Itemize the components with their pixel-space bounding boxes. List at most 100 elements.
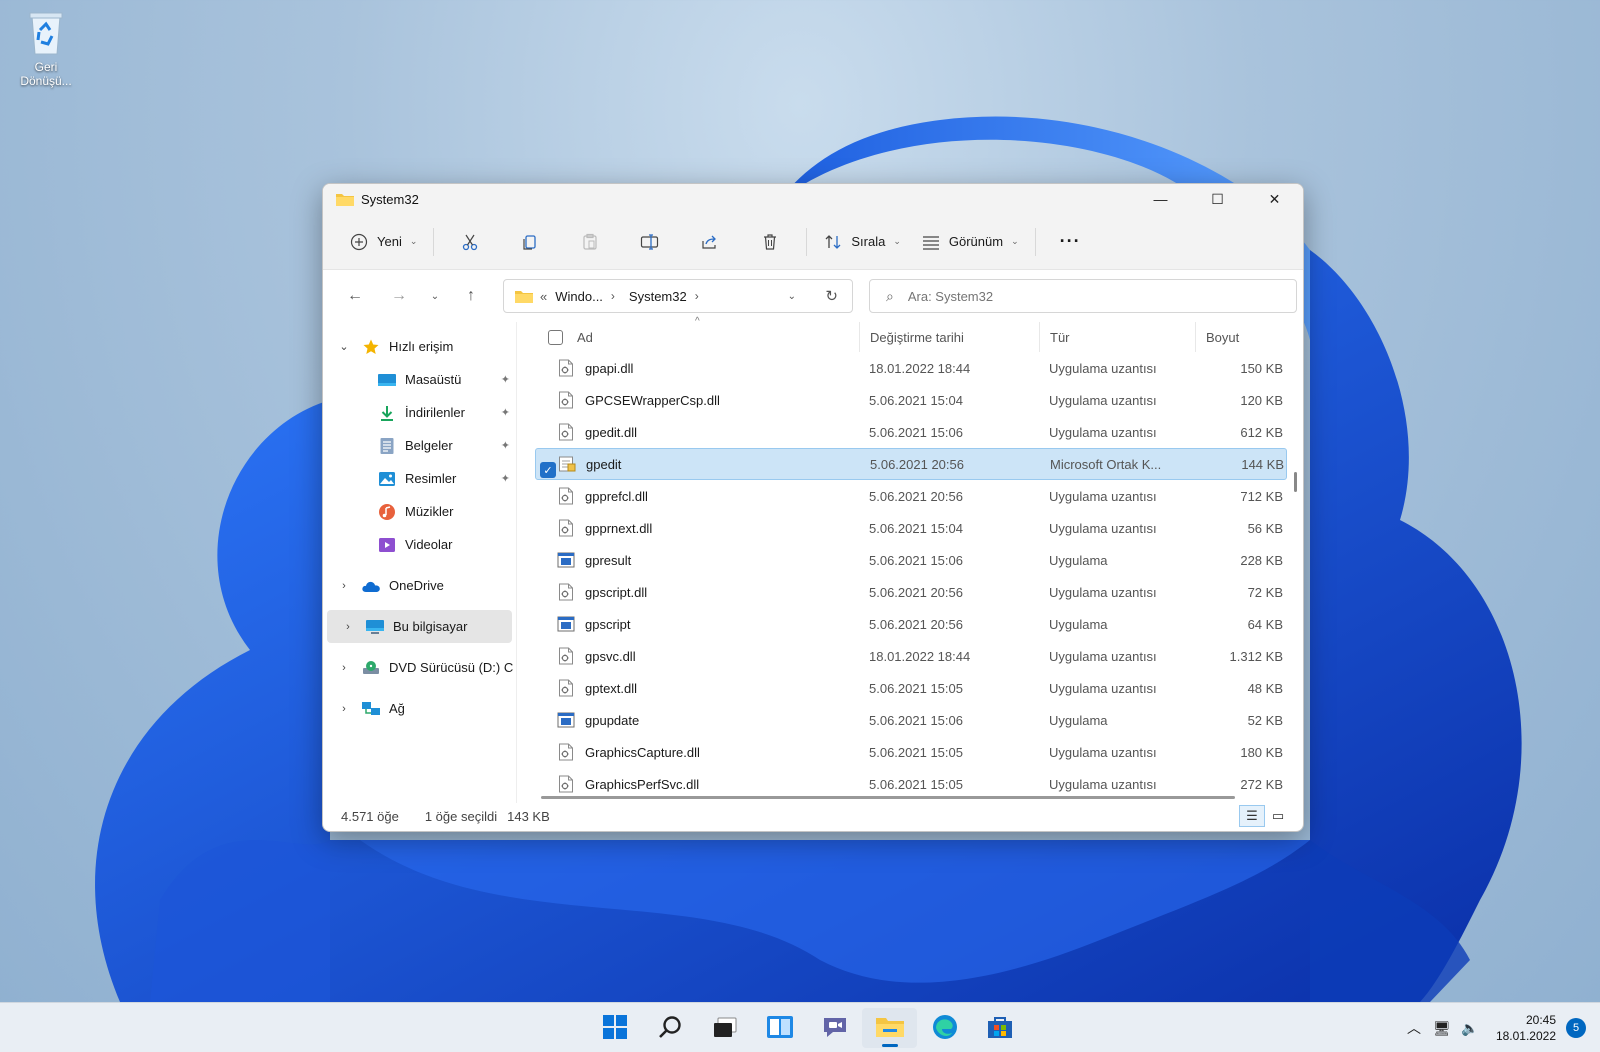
paste-button[interactable] (560, 224, 620, 260)
rename-button[interactable] (620, 224, 680, 260)
chevron-right-icon[interactable]: › (335, 662, 353, 674)
file-size: 52 KB (1247, 712, 1283, 728)
recycle-bin-shortcut[interactable]: Geri Dönüşü... (10, 8, 82, 88)
folder-icon (514, 288, 534, 304)
clock-button[interactable]: 20:45 18.01.2022 (1496, 1012, 1556, 1044)
file-type: Uygulama (1049, 616, 1108, 632)
chevron-down-icon: ⌄ (893, 236, 901, 246)
dll-icon (557, 679, 575, 697)
horizontal-scrollbar[interactable] (541, 796, 1235, 799)
start-button[interactable] (587, 1008, 642, 1048)
sidebar-item-downloads[interactable]: İndirilenler ✦ (323, 396, 516, 429)
volume-button[interactable]: 🔈 (1456, 1020, 1484, 1037)
minimize-button[interactable]: — (1132, 184, 1189, 214)
file-explorer-taskbar-button[interactable] (862, 1008, 917, 1048)
share-button[interactable] (680, 224, 740, 260)
cut-button[interactable] (440, 224, 500, 260)
refresh-icon[interactable]: ↻ (825, 287, 838, 305)
show-hidden-icons-button[interactable]: ︿ (1400, 1018, 1428, 1038)
new-button[interactable]: Yeni ⌄ (339, 224, 427, 260)
sidebar-item-quick-access[interactable]: ⌄ Hızlı erişim (323, 330, 516, 363)
more-options-button[interactable]: ··· (1042, 224, 1091, 260)
address-overflow-button[interactable]: « (540, 289, 547, 304)
file-row[interactable]: GraphicsCapture.dll 5.06.2021 15:05 Uygu… (535, 736, 1287, 768)
selection-size: 143 KB (507, 808, 550, 824)
up-button[interactable]: ↑ (449, 281, 493, 311)
file-row[interactable]: gpapi.dll 18.01.2022 18:44 Uygulama uzan… (535, 352, 1287, 384)
back-button[interactable]: ← (333, 281, 377, 311)
pin-icon: ✦ (500, 407, 510, 419)
sort-button[interactable]: Sırala ⌄ (813, 224, 911, 260)
file-type: Uygulama uzantısı (1049, 360, 1157, 376)
download-icon (377, 404, 397, 422)
file-row[interactable]: gpsvc.dll 18.01.2022 18:44 Uygulama uzan… (535, 640, 1287, 672)
title-bar[interactable]: System32 — ☐ ✕ (323, 184, 1303, 214)
file-size: 120 KB (1240, 392, 1283, 408)
view-button[interactable]: Görünüm ⌄ (911, 224, 1029, 260)
chevron-down-icon: ⌄ (409, 236, 418, 246)
sidebar-item-desktop[interactable]: Masaüstü ✦ (323, 363, 516, 396)
sidebar-item-label: Resimler (405, 471, 457, 486)
chevron-right-icon[interactable]: › (339, 621, 357, 633)
file-name: gpscript.dll (585, 584, 648, 600)
forward-button[interactable]: → (377, 281, 421, 311)
edge-button[interactable] (917, 1008, 972, 1048)
file-row[interactable]: gpscript.dll 5.06.2021 20:56 Uygulama uz… (535, 576, 1287, 608)
widgets-button[interactable] (752, 1008, 807, 1048)
maximize-button[interactable]: ☐ (1189, 184, 1246, 214)
network-status-button[interactable]: 🖥 (1428, 1020, 1456, 1037)
sidebar-item-videos[interactable]: Videolar (323, 528, 516, 561)
sidebar-item-pictures[interactable]: Resimler ✦ (323, 462, 516, 495)
column-header-date[interactable]: Değiştirme tarihi (859, 322, 1039, 352)
chevron-right-icon[interactable]: › (335, 703, 353, 715)
address-history-dropdown[interactable]: ⌄ (788, 291, 796, 302)
file-row[interactable]: gpprefcl.dll 5.06.2021 20:56 Uygulama uz… (535, 480, 1287, 512)
chat-button[interactable] (807, 1008, 862, 1048)
file-row[interactable]: GPCSEWrapperCsp.dll 5.06.2021 15:04 Uygu… (535, 384, 1287, 416)
column-header-name[interactable]: Ad (517, 322, 859, 352)
file-name-cell: GPCSEWrapperCsp.dll (535, 391, 859, 409)
recent-locations-button[interactable]: ⌄ (421, 281, 449, 311)
file-row[interactable]: gpupdate 5.06.2021 15:06 Uygulama 52 KB (535, 704, 1287, 736)
file-row[interactable]: gpresult 5.06.2021 15:06 Uygulama 228 KB (535, 544, 1287, 576)
file-row[interactable]: gptext.dll 5.06.2021 15:05 Uygulama uzan… (535, 672, 1287, 704)
column-header-type[interactable]: Tür (1039, 322, 1195, 352)
file-name: GraphicsPerfSvc.dll (585, 776, 700, 792)
search-box[interactable]: ⌕ (869, 279, 1297, 313)
large-icons-view-button[interactable]: ▭ (1265, 805, 1291, 827)
chevron-right-icon: › (694, 289, 699, 303)
chevron-right-icon[interactable]: › (335, 580, 353, 592)
sidebar-item-this-pc[interactable]: › Bu bilgisayar (327, 610, 512, 643)
breadcrumb-system32[interactable]: System32 (629, 289, 687, 304)
chevron-down-icon[interactable]: ⌄ (335, 340, 353, 353)
address-bar[interactable]: « Windo... › System32 › ⌄ ↻ (503, 279, 853, 313)
file-row[interactable]: gpscript 5.06.2021 20:56 Uygulama 64 KB (535, 608, 1287, 640)
chevron-right-icon: › (610, 289, 615, 303)
sidebar-item-dvd-drive[interactable]: › DVD Sürücüsü (D:) C (323, 651, 516, 684)
dvd-drive-icon (361, 659, 381, 677)
sidebar-item-music[interactable]: Müzikler (323, 495, 516, 528)
column-header-label: Değiştirme tarihi (870, 329, 964, 345)
search-input[interactable] (907, 288, 1248, 304)
breadcrumb-windows[interactable]: Windo... (555, 289, 603, 304)
select-all-checkbox[interactable] (548, 330, 563, 345)
details-view-button[interactable]: ☰ (1239, 805, 1265, 827)
search-taskbar-button[interactable] (642, 1008, 697, 1048)
task-view-button[interactable] (697, 1008, 752, 1048)
selection-count: 1 öğe seçildi (424, 808, 498, 824)
file-size: 48 KB (1247, 680, 1283, 696)
file-row[interactable]: gpprnext.dll 5.06.2021 15:04 Uygulama uz… (535, 512, 1287, 544)
sidebar-item-network[interactable]: › Ağ (323, 692, 516, 725)
delete-button[interactable] (740, 224, 800, 260)
close-button[interactable]: ✕ (1246, 184, 1303, 214)
column-header-size[interactable]: Boyut (1195, 322, 1285, 352)
copy-button[interactable] (500, 224, 560, 260)
store-button[interactable] (972, 1008, 1027, 1048)
sidebar-item-documents[interactable]: Belgeler ✦ (323, 429, 516, 462)
notification-badge[interactable]: 5 (1566, 1018, 1586, 1038)
checkbox-checked-icon[interactable]: ✓ (540, 462, 556, 478)
file-row[interactable]: ✓ gpedit 5.06.2021 20:56 Microsoft Ortak… (535, 448, 1287, 480)
file-row[interactable]: gpedit.dll 5.06.2021 15:06 Uygulama uzan… (535, 416, 1287, 448)
sidebar-item-onedrive[interactable]: › OneDrive (323, 569, 516, 602)
vertical-scrollbar[interactable] (1294, 472, 1297, 492)
